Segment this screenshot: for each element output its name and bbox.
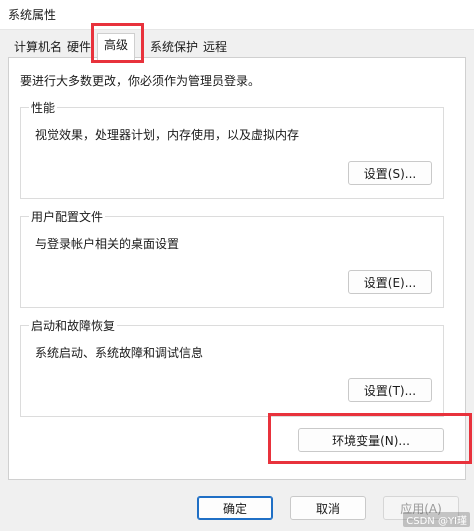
performance-group-title: 性能 [29,99,58,116]
performance-group: 性能 视觉效果，处理器计划，内存使用，以及虚拟内存 设置(S)... [20,99,444,199]
tab-computer-name[interactable]: 计算机名 [10,38,66,58]
user-profiles-group: 用户配置文件 与登录帐户相关的桌面设置 设置(E)... [20,208,444,308]
watermark: CSDN @YI瑾 [403,512,470,527]
window-title: 系统属性 [8,8,57,22]
tab-remote[interactable]: 远程 [199,38,231,58]
tab-system-protection[interactable]: 系统保护 [146,38,202,58]
user-profiles-settings-button[interactable]: 设置(E)... [348,270,432,294]
startup-recovery-settings-button[interactable]: 设置(T)... [348,378,432,402]
startup-recovery-description: 系统启动、系统故障和调试信息 [35,346,204,360]
tab-advanced[interactable]: 高级 [97,33,136,60]
tab-hardware[interactable]: 硬件 [63,38,95,58]
admin-note: 要进行大多数更改，你必须作为管理员登录。 [20,74,261,88]
user-profiles-description: 与登录帐户相关的桌面设置 [35,237,180,251]
cancel-button[interactable]: 取消 [290,496,366,520]
user-profiles-group-title: 用户配置文件 [29,208,106,225]
title-bar: 系统属性 [0,0,474,30]
startup-recovery-group-title: 启动和故障恢复 [29,317,118,334]
environment-variables-button[interactable]: 环境变量(N)... [298,428,444,452]
performance-description: 视觉效果，处理器计划，内存使用，以及虚拟内存 [35,128,300,142]
startup-recovery-group: 启动和故障恢复 系统启动、系统故障和调试信息 设置(T)... [20,317,444,417]
performance-settings-button[interactable]: 设置(S)... [348,161,432,185]
ok-button[interactable]: 确定 [197,496,273,520]
tab-strip: 计算机名 硬件 高级 系统保护 远程 [0,30,474,60]
